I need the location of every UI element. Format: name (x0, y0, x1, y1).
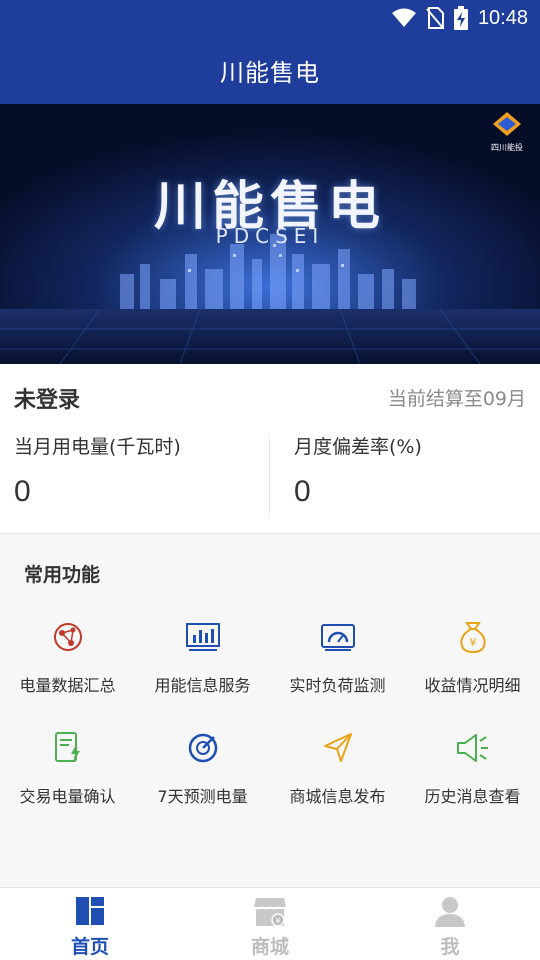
brand-name: 四川能投 (491, 143, 523, 152)
function-energy-summary[interactable]: 电量数据汇总 (0, 618, 135, 729)
function-grid: 电量数据汇总 用能信息服务 实时负荷监测 ¥ 收益情况明细 交易电量确认 7天预… (0, 618, 540, 840)
globe-network-icon (53, 623, 82, 651)
function-mall-publish[interactable]: 商城信息发布 (270, 729, 405, 840)
no-sim-icon (426, 7, 444, 29)
monthly-consumption-metric: 当月用电量(千瓦时) 0 (14, 432, 274, 509)
home-grid-icon (76, 897, 104, 925)
metric-value: 0 (14, 475, 31, 508)
login-status[interactable]: 未登录 (14, 382, 80, 414)
function-label: 历史消息查看 (424, 787, 521, 806)
brand-mark-icon (493, 112, 521, 136)
bar-chart-monitor-icon (185, 623, 220, 651)
bottom-tab-bar: 首页 ¥ 商城 我 (0, 887, 540, 960)
metric-divider (269, 438, 270, 514)
clock: 10:48 (477, 6, 528, 29)
function-energy-info[interactable]: 用能信息服务 (135, 618, 270, 729)
function-message-history[interactable]: 历史消息查看 (405, 729, 540, 840)
status-bar: 10:48 (0, 0, 540, 36)
metric-value: 0 (294, 475, 311, 508)
metric-label: 月度偏差率(%) (294, 436, 422, 458)
svg-text:¥: ¥ (469, 636, 476, 649)
banner-subtitle: PDCSEI (215, 224, 325, 248)
banner-carousel[interactable]: 川能售电 PDCSEI 四川能投 (0, 104, 540, 364)
wifi-icon (391, 8, 416, 27)
function-revenue-detail[interactable]: ¥ 收益情况明细 (405, 618, 540, 729)
user-icon (435, 897, 465, 927)
send-arrow-icon (323, 733, 352, 762)
common-functions-section: 常用功能 电量数据汇总 用能信息服务 实时负荷监测 ¥ 收益情况明细 交易电量确… (0, 534, 540, 887)
function-7day-forecast[interactable]: 7天预测电量 (135, 729, 270, 840)
tab-label: 我 (440, 936, 460, 958)
function-trade-confirm[interactable]: 交易电量确认 (0, 729, 135, 840)
settlement-period: 当前结算至09月 (387, 388, 526, 410)
function-label: 收益情况明细 (424, 676, 521, 695)
app-bar: 川能售电 (0, 36, 540, 104)
forecast-target-icon (188, 733, 217, 763)
tab-label: 商城 (250, 936, 289, 958)
deviation-rate-metric: 月度偏差率(%) 0 (294, 432, 540, 509)
function-label: 电量数据汇总 (19, 676, 116, 695)
tab-home[interactable]: 首页 (0, 888, 180, 960)
status-icons: 10:48 (391, 6, 528, 30)
battery-charging-icon (453, 6, 468, 30)
tab-me[interactable]: 我 (360, 888, 540, 960)
function-label: 用能信息服务 (154, 676, 251, 695)
tab-label: 首页 (70, 936, 109, 958)
money-bag-icon: ¥ (459, 622, 486, 654)
account-summary-card: 未登录 当前结算至09月 当月用电量(千瓦时) 0 月度偏差率(%) 0 (0, 364, 540, 534)
function-label: 7天预测电量 (157, 787, 248, 806)
function-label: 实时负荷监测 (289, 676, 386, 695)
metric-label: 当月用电量(千瓦时) (14, 436, 181, 458)
function-label: 商城信息发布 (289, 787, 386, 806)
function-load-monitor[interactable]: 实时负荷监测 (270, 618, 405, 729)
page-title: 川能售电 (220, 58, 320, 87)
function-label: 交易电量确认 (19, 787, 116, 806)
gauge-screen-icon (320, 624, 355, 651)
section-title: 常用功能 (24, 564, 101, 586)
svg-text:¥: ¥ (275, 917, 280, 926)
brand-logo: 四川能投 (490, 112, 524, 153)
megaphone-icon (456, 734, 488, 762)
store-icon: ¥ (253, 898, 287, 927)
tab-mall[interactable]: ¥ 商城 (180, 888, 360, 960)
document-bolt-icon (54, 732, 80, 762)
